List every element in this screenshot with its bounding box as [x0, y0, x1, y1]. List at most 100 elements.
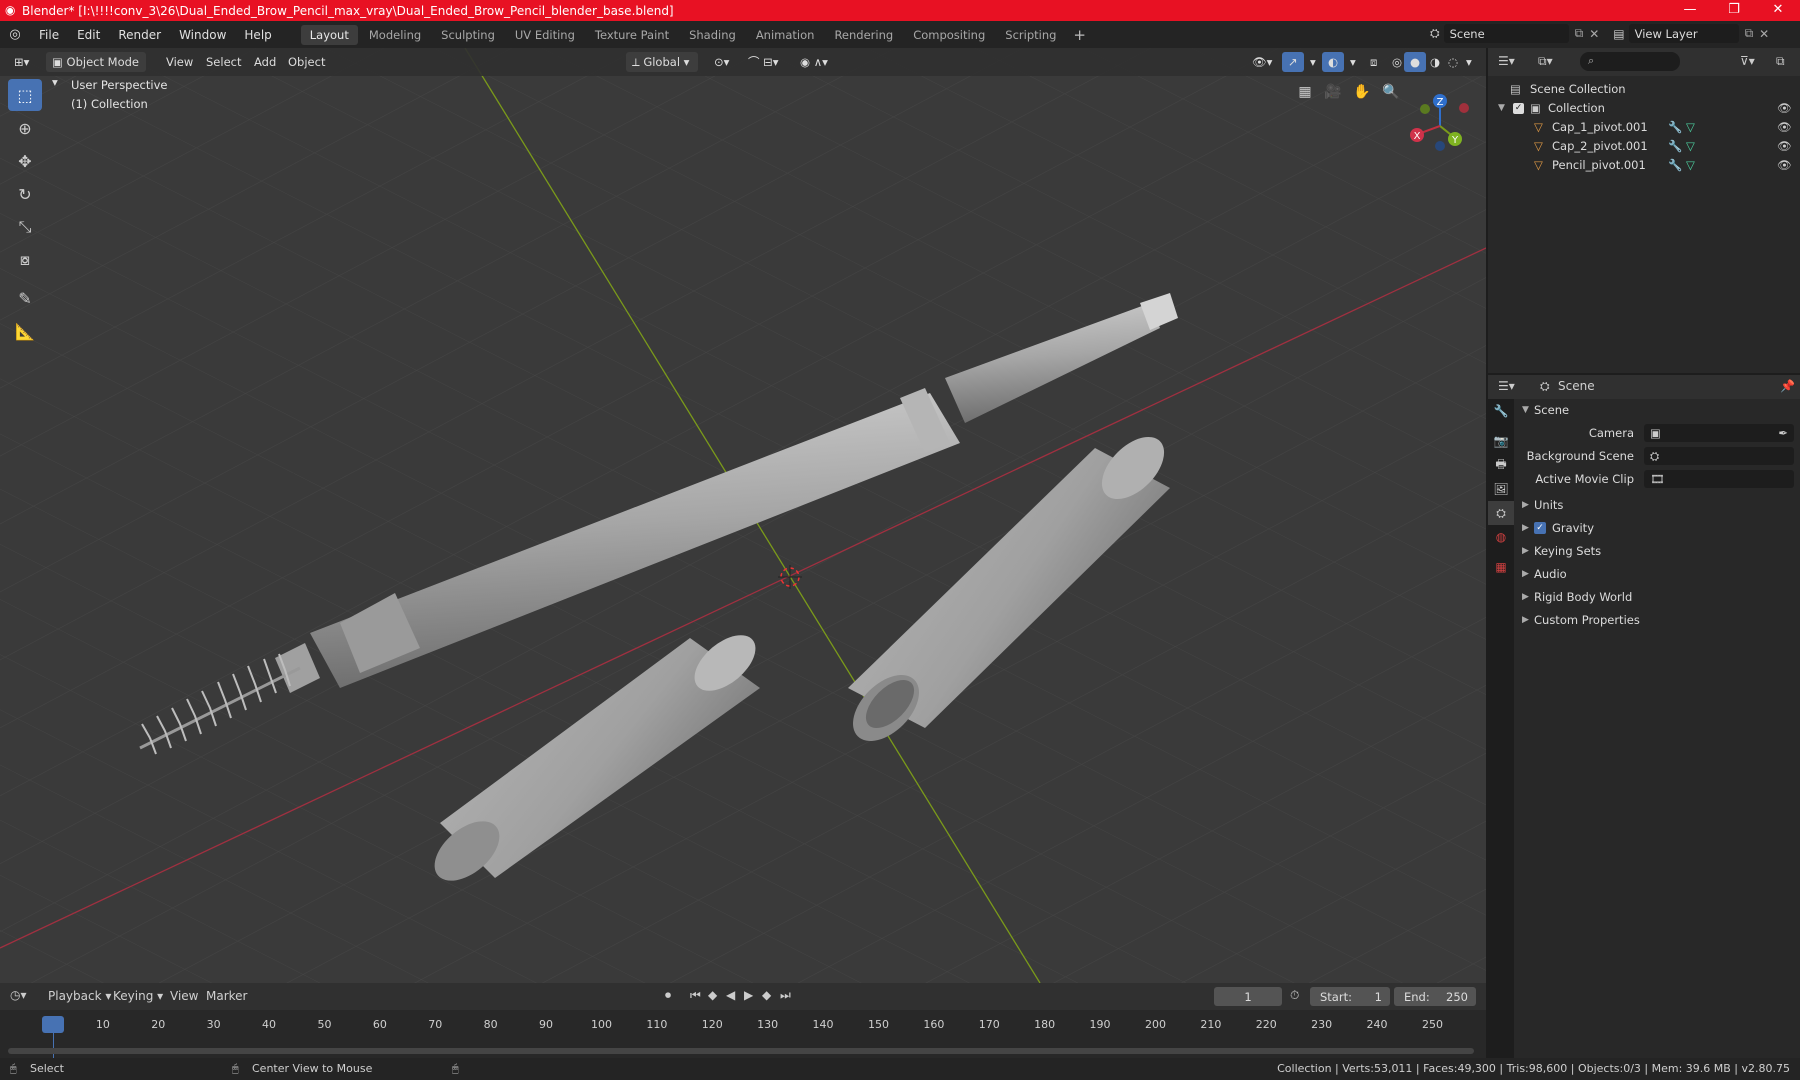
menu-marker[interactable]: Marker	[206, 989, 247, 1003]
scene-selector-icon[interactable]: ⛭	[1430, 26, 1440, 41]
camera-field[interactable]: ▣ ✒	[1644, 424, 1794, 442]
expand-chevron-icon[interactable]: ▼	[1498, 99, 1505, 118]
output-tab-icon[interactable]: 🖶	[1488, 453, 1514, 477]
menu-keying[interactable]: Keying ▾	[113, 989, 163, 1003]
visibility-eye-icon[interactable]: 👁	[1777, 156, 1792, 175]
eyedropper-icon[interactable]: ✒	[1778, 422, 1788, 444]
mode-selector[interactable]: ▣ Object Mode ▾	[46, 52, 146, 89]
pan-view-icon[interactable]: ✋	[1349, 79, 1375, 105]
visibility-eye-icon[interactable]: 👁	[1777, 118, 1792, 137]
menu-edit[interactable]: Edit	[68, 22, 109, 48]
display-mode-icon[interactable]: ⧉▾	[1538, 54, 1553, 69]
playhead[interactable]	[42, 1016, 64, 1033]
modifier-wrench-icon[interactable]: 🔧	[1668, 137, 1682, 156]
modifier-wrench-icon[interactable]: 🔧	[1668, 156, 1682, 175]
shading-dropdown-icon[interactable]: ▾	[1460, 52, 1478, 72]
mesh-data-icon[interactable]: ▽	[1686, 118, 1695, 137]
xray-icon[interactable]: ⧈	[1364, 52, 1383, 72]
annotate-tool-icon[interactable]: ✎	[8, 282, 42, 314]
menu-render[interactable]: Render	[109, 22, 170, 48]
outliner-editor-icon[interactable]: ☰▾	[1498, 54, 1515, 68]
tab-animation[interactable]: Animation	[747, 25, 824, 45]
camera-view-icon[interactable]: 🎥	[1320, 79, 1346, 105]
active-movie-clip-field[interactable]: 🎞	[1644, 470, 1794, 488]
scene-close-icon[interactable]: ✕	[1589, 27, 1599, 41]
record-icon[interactable]: ⏺	[665, 988, 671, 1003]
world-tab-icon[interactable]: ◍	[1488, 525, 1514, 549]
tab-sculpting[interactable]: Sculpting	[432, 25, 504, 45]
navigation-gizmo[interactable]: Z Y X	[1400, 86, 1480, 166]
properties-editor-icon[interactable]: ☰▾	[1498, 379, 1515, 393]
visibility-icon[interactable]: 👁▾	[1246, 52, 1278, 72]
menu-playback[interactable]: Playback ▾	[48, 989, 111, 1003]
close-button[interactable]: ✕	[1756, 0, 1800, 21]
3d-viewport[interactable]: ⊞▾ ▣ Object Mode ▾ View Select Add Objec…	[0, 48, 1486, 983]
audio-panel[interactable]: ▶ Audio	[1514, 563, 1800, 585]
visibility-eye-icon[interactable]: 👁	[1777, 99, 1792, 118]
pivot-icon[interactable]: ⊙▾	[708, 52, 735, 72]
menu-object[interactable]: Object	[282, 52, 331, 72]
keying-sets-panel[interactable]: ▶ Keying Sets	[1514, 540, 1800, 562]
menu-file[interactable]: File	[30, 22, 68, 48]
outliner-row-collection[interactable]: ▼ ✓ ▣ Collection 👁	[1488, 99, 1800, 118]
timeline-ruler[interactable]: 1102030405060708090100110120130140150160…	[0, 1010, 1486, 1058]
menu-timeline-view[interactable]: View	[170, 989, 198, 1003]
tab-compositing[interactable]: Compositing	[904, 25, 994, 45]
maximize-button[interactable]: ❐	[1712, 0, 1756, 21]
measure-tool-icon[interactable]: 📐	[8, 315, 42, 347]
minimize-button[interactable]: —	[1668, 0, 1712, 21]
tab-shading[interactable]: Shading	[680, 25, 745, 45]
view-layer-new-icon[interactable]: ⧉	[1745, 26, 1754, 41]
pin-icon[interactable]: 📌	[1780, 379, 1795, 393]
tab-modeling[interactable]: Modeling	[360, 25, 430, 45]
view-layer-field[interactable]: View Layer	[1628, 24, 1739, 43]
menu-add[interactable]: Add	[248, 52, 282, 72]
menu-help[interactable]: Help	[235, 22, 280, 48]
outliner-row-scene-collection[interactable]: ▤ Scene Collection	[1488, 80, 1800, 99]
proportional-edit-icon[interactable]: ◉ ∧▾	[794, 52, 834, 72]
visibility-eye-icon[interactable]: 👁	[1777, 137, 1792, 156]
tab-scripting[interactable]: Scripting	[996, 25, 1065, 45]
blender-menu-icon[interactable]: ◎	[0, 27, 30, 42]
current-frame-field[interactable]: 1	[1214, 987, 1282, 1006]
scale-tool-icon[interactable]: ⤡	[8, 211, 42, 243]
tab-layout[interactable]: Layout	[300, 24, 358, 45]
move-tool-icon[interactable]: ✥	[8, 145, 42, 177]
custom-properties-panel[interactable]: ▶ Custom Properties	[1514, 609, 1800, 631]
scene-new-icon[interactable]: ⧉	[1575, 26, 1584, 41]
overlay-toggle-icon[interactable]: ◐	[1322, 52, 1345, 72]
menu-view[interactable]: View	[160, 52, 199, 72]
scene-tab-icon[interactable]: ⛭	[1488, 501, 1514, 525]
timeline-editor-icon[interactable]: ◷▾	[10, 988, 27, 1002]
texture-tab-icon[interactable]: ▦	[1488, 555, 1514, 579]
gravity-panel[interactable]: ▶ ✓ Gravity	[1514, 517, 1800, 539]
view-layer-close-icon[interactable]: ✕	[1759, 27, 1769, 41]
menu-select[interactable]: Select	[200, 52, 247, 72]
stopwatch-icon[interactable]: ⏱	[1290, 988, 1299, 1003]
gizmo-dropdown-icon[interactable]: ▾	[1304, 52, 1322, 72]
solid-shading-icon[interactable]: ●	[1404, 52, 1427, 72]
jump-end-icon[interactable]: ⏭	[780, 988, 791, 1003]
view-layer-tab-icon[interactable]: 🖼	[1488, 477, 1514, 501]
tool-tab-icon[interactable]: 🔧	[1488, 399, 1514, 423]
view-layer-icon[interactable]: ▤	[1613, 27, 1624, 41]
filter-icon[interactable]: ⊽▾	[1740, 54, 1755, 68]
rotate-tool-icon[interactable]: ↻	[8, 178, 42, 210]
outliner-row-object[interactable]: ▽ Cap_2_pivot.001 🔧 ▽ 👁	[1488, 137, 1800, 156]
prev-keyframe-icon[interactable]: ◆	[708, 988, 717, 1002]
add-workspace-icon[interactable]: +	[1067, 26, 1092, 44]
end-frame-field[interactable]: End: 250	[1394, 987, 1476, 1006]
editor-type-icon[interactable]: ⊞▾	[8, 52, 35, 72]
next-keyframe-icon[interactable]: ◆	[762, 988, 771, 1002]
snap-icon[interactable]: ⌒ ⊟▾	[742, 52, 785, 72]
tab-rendering[interactable]: Rendering	[825, 25, 902, 45]
gravity-checkbox[interactable]: ✓	[1534, 522, 1546, 534]
start-frame-field[interactable]: Start: 1	[1310, 987, 1390, 1006]
toggle-perspective-icon[interactable]: ▦	[1292, 79, 1318, 105]
units-panel[interactable]: ▶ Units	[1514, 494, 1800, 516]
collection-checkbox[interactable]: ✓	[1513, 103, 1524, 114]
outliner-row-object[interactable]: ▽ Pencil_pivot.001 🔧 ▽ 👁	[1488, 156, 1800, 175]
mesh-data-icon[interactable]: ▽	[1686, 137, 1695, 156]
outliner-search-input[interactable]: ⌕	[1580, 52, 1680, 71]
cursor-tool-icon[interactable]: ⊕	[8, 112, 42, 144]
